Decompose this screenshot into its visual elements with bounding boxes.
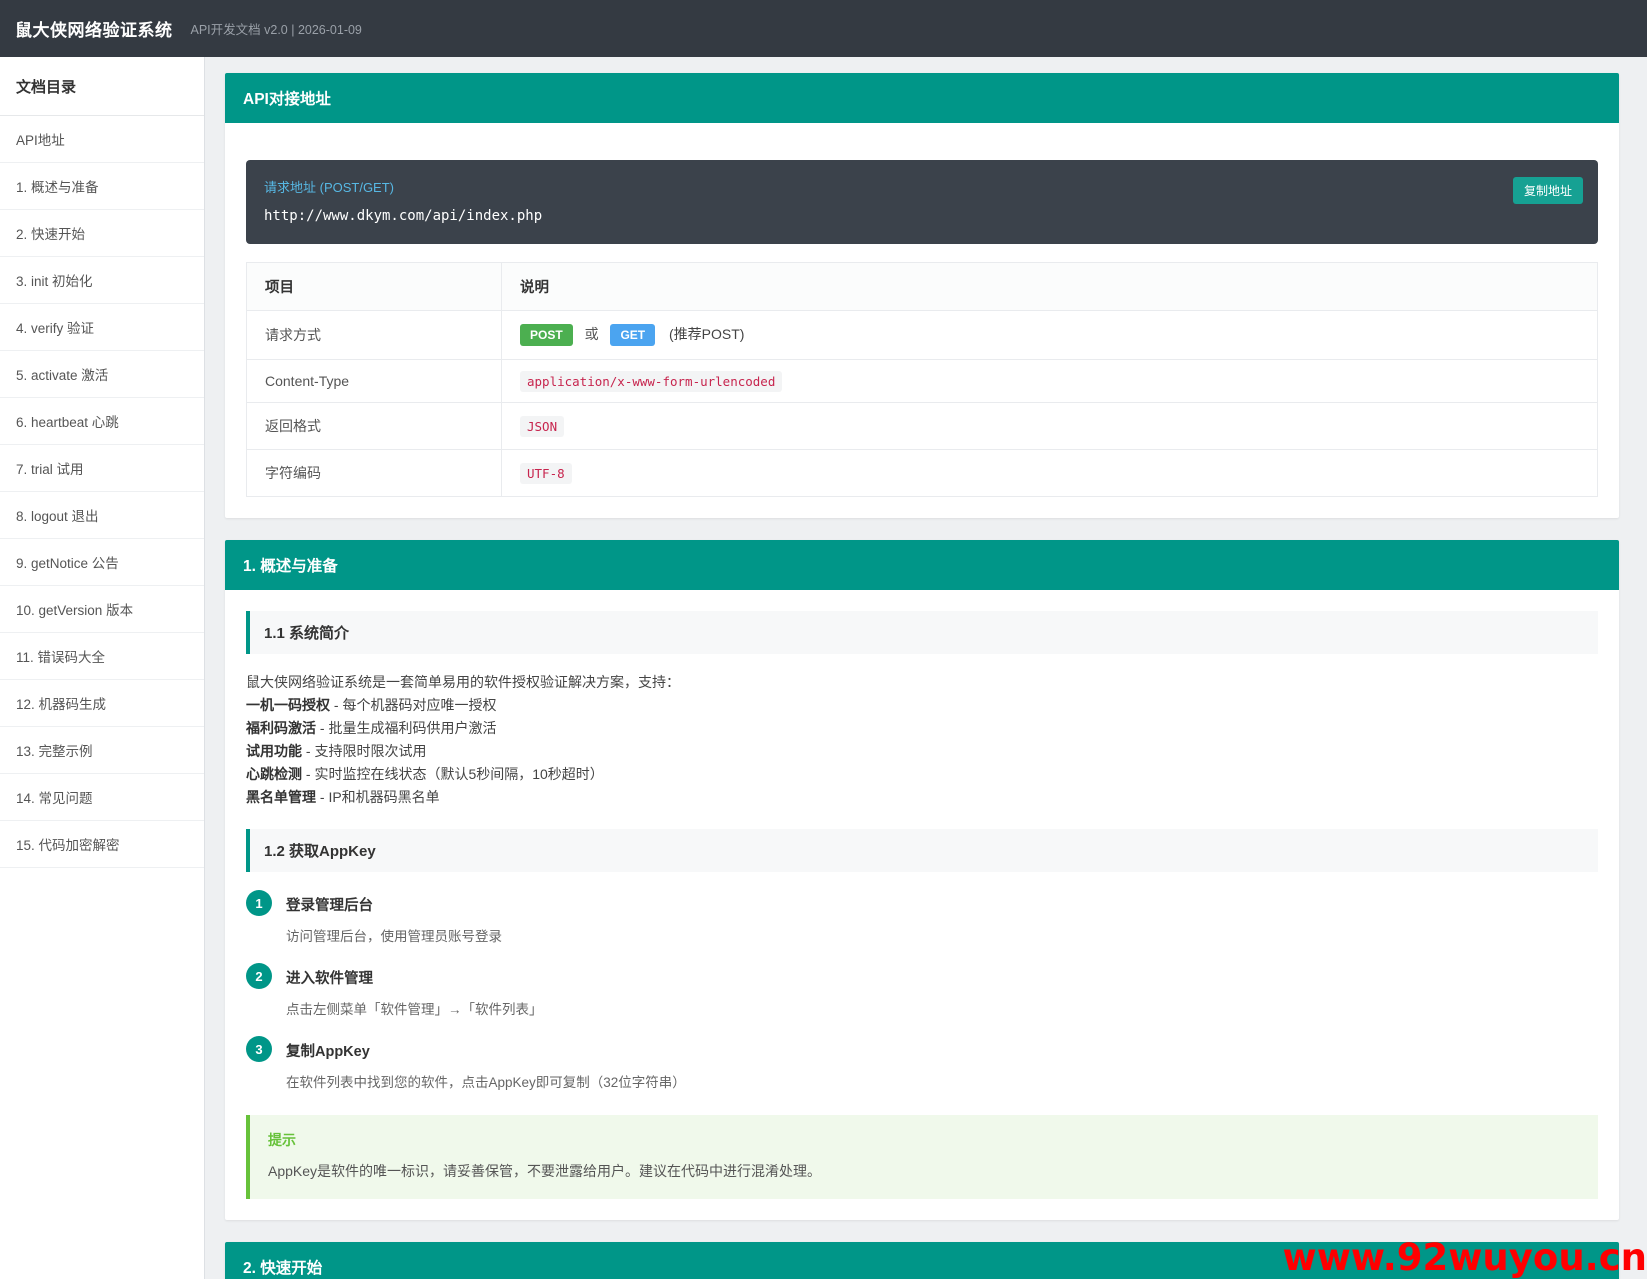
main-content: API对接地址 请求地址 (POST/GET) http://www.dkym.…	[205, 57, 1647, 1279]
tip-box: 提示 AppKey是软件的唯一标识，请妥善保管，不要泄露给用户。建议在代码中进行…	[246, 1115, 1598, 1199]
sidebar-item-full-example[interactable]: 13. 完整示例	[0, 727, 204, 774]
sidebar-item-logout[interactable]: 8. logout 退出	[0, 492, 204, 539]
sidebar-item-getversion[interactable]: 10. getVersion 版本	[0, 586, 204, 633]
feature-line: 试用功能 - 支持限时限次试用	[246, 740, 1598, 763]
charset-code: UTF-8	[520, 463, 572, 484]
step-number-badge: 1	[246, 890, 272, 916]
tip-title: 提示	[268, 1130, 1580, 1150]
request-url-value: http://www.dkym.com/api/index.php	[264, 208, 1580, 224]
return-format-code: JSON	[520, 416, 564, 437]
feature-desc: - 批量生成福利码供用户激活	[316, 720, 496, 736]
feature-line: 黑名单管理 - IP和机器码黑名单	[246, 786, 1598, 809]
copy-address-button[interactable]: 复制地址	[1513, 177, 1583, 204]
step-description: 点击左侧菜单「软件管理」→「软件列表」	[286, 998, 543, 1018]
feature-desc: - IP和机器码黑名单	[316, 789, 440, 805]
subsection-title-intro: 1.1 系统简介	[246, 611, 1598, 654]
sidebar-title: 文档目录	[0, 57, 204, 116]
sidebar-item-api-address[interactable]: API地址	[0, 116, 204, 163]
post-badge: POST	[520, 324, 573, 346]
row-value-method: POST 或 GET (推荐POST)	[502, 311, 1598, 360]
table-row: 字符编码 UTF-8	[247, 450, 1598, 497]
sidebar-item-error-codes[interactable]: 11. 错误码大全	[0, 633, 204, 680]
table-header-row: 项目 说明	[247, 263, 1598, 311]
table-row: 返回格式 JSON	[247, 403, 1598, 450]
sidebar-item-encryption[interactable]: 15. 代码加密解密	[0, 821, 204, 868]
sidebar-item-machine-code[interactable]: 12. 机器码生成	[0, 680, 204, 727]
watermark: www.92wuyou.cn	[1283, 1239, 1647, 1276]
intro-paragraph: 鼠大侠网络验证系统是一套简单易用的软件授权验证解决方案，支持：	[246, 671, 1598, 694]
sidebar-item-trial[interactable]: 7. trial 试用	[0, 445, 204, 492]
feature-line: 一机一码授权 - 每个机器码对应唯一授权	[246, 694, 1598, 717]
row-label-method: 请求方式	[247, 311, 502, 360]
column-header-item: 项目	[247, 263, 502, 311]
method-or-text: 或	[585, 326, 599, 342]
step-item: 2 进入软件管理 点击左侧菜单「软件管理」→「软件列表」	[246, 963, 1598, 1018]
request-url-box: 请求地址 (POST/GET) http://www.dkym.com/api/…	[246, 160, 1598, 244]
app-title: 鼠大侠网络验证系统	[15, 16, 173, 41]
feature-name: 心跳检测	[246, 766, 302, 782]
sidebar-item-overview[interactable]: 1. 概述与准备	[0, 163, 204, 210]
step-number-badge: 2	[246, 963, 272, 989]
row-label-charset: 字符编码	[247, 450, 502, 497]
content-type-code: application/x-www-form-urlencoded	[520, 371, 782, 392]
panel-overview: 1. 概述与准备 1.1 系统简介 鼠大侠网络验证系统是一套简单易用的软件授权验…	[225, 540, 1619, 1220]
step-title: 进入软件管理	[286, 963, 543, 988]
api-info-table: 项目 说明 请求方式 POST 或 GET (推荐POST)	[246, 262, 1598, 497]
sidebar-item-faq[interactable]: 14. 常见问题	[0, 774, 204, 821]
step-item: 3 复制AppKey 在软件列表中找到您的软件，点击AppKey即可复制（32位…	[246, 1036, 1598, 1091]
tip-text: AppKey是软件的唯一标识，请妥善保管，不要泄露给用户。建议在代码中进行混淆处…	[268, 1161, 1580, 1181]
sidebar-item-activate[interactable]: 5. activate 激活	[0, 351, 204, 398]
row-label-return-format: 返回格式	[247, 403, 502, 450]
sidebar-item-init[interactable]: 3. init 初始化	[0, 257, 204, 304]
panel-overview-body: 1.1 系统简介 鼠大侠网络验证系统是一套简单易用的软件授权验证解决方案，支持：…	[225, 590, 1619, 1220]
sidebar-item-getnotice[interactable]: 9. getNotice 公告	[0, 539, 204, 586]
column-header-desc: 说明	[502, 263, 1598, 311]
step-item: 1 登录管理后台 访问管理后台，使用管理员账号登录	[246, 890, 1598, 945]
feature-line: 福利码激活 - 批量生成福利码供用户激活	[246, 717, 1598, 740]
section-header-api-address: API对接地址	[225, 73, 1619, 123]
subsection-title-appkey: 1.2 获取AppKey	[246, 829, 1598, 872]
sidebar-item-quickstart[interactable]: 2. 快速开始	[0, 210, 204, 257]
feature-name: 黑名单管理	[246, 789, 316, 805]
panel-api-address: API对接地址 请求地址 (POST/GET) http://www.dkym.…	[225, 73, 1619, 518]
app-header: 鼠大侠网络验证系统 API开发文档 v2.0 | 2026-01-09	[0, 0, 1647, 57]
feature-desc: - 每个机器码对应唯一授权	[330, 697, 496, 713]
sidebar-nav: API地址 1. 概述与准备 2. 快速开始 3. init 初始化 4. ve…	[0, 116, 204, 868]
step-title: 登录管理后台	[286, 890, 502, 915]
request-url-label: 请求地址 (POST/GET)	[264, 177, 1580, 196]
step-description: 在软件列表中找到您的软件，点击AppKey即可复制（32位字符串）	[286, 1071, 686, 1091]
row-value-charset: UTF-8	[502, 450, 1598, 497]
feature-name: 一机一码授权	[246, 697, 330, 713]
feature-desc: - 实时监控在线状态（默认5秒间隔，10秒超时）	[302, 766, 604, 782]
step-description: 访问管理后台，使用管理员账号登录	[286, 925, 502, 945]
feature-name: 试用功能	[246, 743, 302, 759]
sidebar-item-heartbeat[interactable]: 6. heartbeat 心跳	[0, 398, 204, 445]
table-row: 请求方式 POST 或 GET (推荐POST)	[247, 311, 1598, 360]
app-subtitle: API开发文档 v2.0 | 2026-01-09	[191, 19, 362, 38]
row-value-return-format: JSON	[502, 403, 1598, 450]
row-value-content-type: application/x-www-form-urlencoded	[502, 360, 1598, 403]
step-number-badge: 3	[246, 1036, 272, 1062]
get-badge: GET	[610, 324, 655, 346]
section-header-overview: 1. 概述与准备	[225, 540, 1619, 590]
panel-api-body: 请求地址 (POST/GET) http://www.dkym.com/api/…	[225, 123, 1619, 518]
step-title: 复制AppKey	[286, 1036, 686, 1061]
feature-line: 心跳检测 - 实时监控在线状态（默认5秒间隔，10秒超时）	[246, 763, 1598, 786]
sidebar-item-verify[interactable]: 4. verify 验证	[0, 304, 204, 351]
sidebar: 文档目录 API地址 1. 概述与准备 2. 快速开始 3. init 初始化 …	[0, 57, 205, 1279]
feature-desc: - 支持限时限次试用	[302, 743, 426, 759]
feature-name: 福利码激活	[246, 720, 316, 736]
method-note: (推荐POST)	[669, 326, 744, 342]
row-label-content-type: Content-Type	[247, 360, 502, 403]
table-row: Content-Type application/x-www-form-urle…	[247, 360, 1598, 403]
